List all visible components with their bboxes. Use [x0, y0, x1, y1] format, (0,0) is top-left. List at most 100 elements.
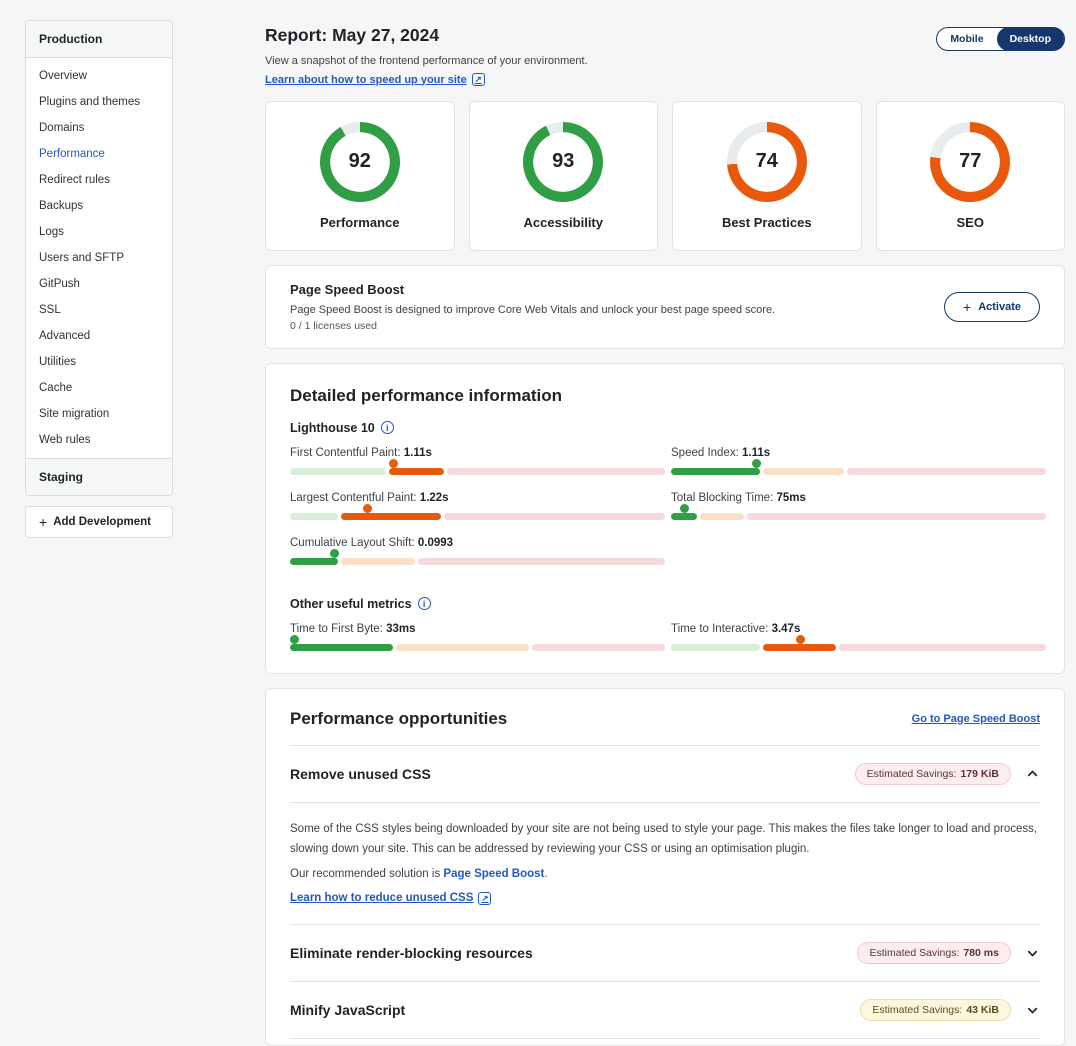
main-content: Report: May 27, 2024 View a snapshot of … [265, 25, 1065, 1046]
accordion-header-remove-unused-css[interactable]: Remove unused CSS Estimated Savings: 179… [266, 746, 1064, 802]
page-speed-boost-link[interactable]: Page Speed Boost [443, 868, 544, 880]
score-card-best-practices: 74 Best Practices [672, 101, 862, 251]
info-icon[interactable]: i [418, 597, 431, 610]
accessibility-score-value: 93 [552, 150, 574, 173]
seo-score-label: SEO [957, 215, 984, 230]
speed-up-site-link[interactable]: Learn about how to speed up your site ↗ [265, 73, 485, 86]
sidebar-item-performance[interactable]: Performance [26, 141, 172, 167]
accessibility-score-donut: 93 [523, 122, 603, 202]
mobile-toggle-button[interactable]: Mobile [937, 27, 996, 51]
detailed-performance-title: Detailed performance information [290, 386, 1040, 406]
lighthouse-metrics-grid: First Contentful Paint: 1.11s Speed Inde… [290, 447, 1040, 582]
licenses-used-text: 0 / 1 licenses used [290, 320, 775, 332]
chevron-down-icon[interactable] [1025, 946, 1040, 961]
metric-speed-index: Speed Index: 1.11s [671, 447, 1040, 475]
lighthouse-subheading: Lighthouse 10 i [290, 421, 1040, 435]
device-toggle: Mobile Desktop [936, 27, 1065, 51]
plus-icon: + [39, 517, 47, 527]
divider [290, 1038, 1040, 1039]
learn-reduce-unused-css-link[interactable]: Learn how to reduce unused CSS ↗ [290, 892, 491, 905]
recommended-solution-text: Our recommended solution is Page Speed B… [290, 868, 1040, 880]
plus-icon: + [963, 302, 971, 312]
sidebar-item-site-migration[interactable]: Site migration [26, 401, 172, 427]
activate-button-label: Activate [978, 301, 1021, 313]
time-to-first-byte-bar [290, 644, 659, 651]
first-contentful-paint-bar [290, 468, 659, 475]
opportunity-title: Remove unused CSS [290, 766, 431, 782]
other-metrics-label: Other useful metrics [290, 597, 412, 611]
seo-score-donut: 77 [930, 122, 1010, 202]
report-header: Report: May 27, 2024 View a snapshot of … [265, 25, 1065, 88]
metric-time-to-interactive: Time to Interactive: 3.47s [671, 623, 1040, 651]
opportunity-title: Eliminate render-blocking resources [290, 945, 533, 961]
page-speed-boost-card: Page Speed Boost Page Speed Boost is des… [265, 265, 1065, 349]
savings-badge: Estimated Savings: 179 KiB [855, 763, 1011, 785]
sidebar-item-web-rules[interactable]: Web rules [26, 427, 172, 453]
chevron-up-icon[interactable] [1025, 766, 1040, 781]
sidebar-nav: Overview Plugins and themes Domains Perf… [26, 58, 172, 458]
report-subtitle: View a snapshot of the frontend performa… [265, 55, 1065, 67]
accordion-header-minify-javascript[interactable]: Minify JavaScript Estimated Savings: 43 … [266, 982, 1064, 1038]
accordion-body-remove-unused-css: Some of the CSS styles being downloaded … [266, 803, 1064, 925]
sidebar-item-cache[interactable]: Cache [26, 375, 172, 401]
performance-opportunities-card: Performance opportunities Go to Page Spe… [265, 688, 1065, 1046]
performance-score-label: Performance [320, 215, 399, 230]
opportunities-title: Performance opportunities [290, 709, 507, 729]
other-metrics-subheading: Other useful metrics i [290, 597, 1040, 611]
sidebar-item-gitpush[interactable]: GitPush [26, 271, 172, 297]
external-link-icon: ↗ [472, 73, 485, 86]
opportunity-title: Minify JavaScript [290, 1002, 405, 1018]
accordion-header-eliminate-render-blocking[interactable]: Eliminate render-blocking resources Esti… [266, 925, 1064, 981]
page-speed-boost-description: Page Speed Boost is designed to improve … [290, 304, 775, 316]
savings-badge: Estimated Savings: 43 KiB [860, 999, 1011, 1021]
metric-largest-contentful-paint: Largest Contentful Paint: 1.22s [290, 492, 659, 520]
sidebar-item-ssl[interactable]: SSL [26, 297, 172, 323]
best-practices-score-value: 74 [756, 150, 778, 173]
page-speed-boost-info: Page Speed Boost Page Speed Boost is des… [290, 282, 775, 332]
sidebar-item-logs[interactable]: Logs [26, 219, 172, 245]
sidebar-section-staging[interactable]: Staging [26, 458, 172, 495]
speed-up-site-link-label: Learn about how to speed up your site [265, 74, 467, 86]
sidebar-item-advanced[interactable]: Advanced [26, 323, 172, 349]
sidebar-item-domains[interactable]: Domains [26, 115, 172, 141]
opportunities-header: Performance opportunities Go to Page Spe… [266, 689, 1064, 745]
accordion-remove-unused-css: Remove unused CSS Estimated Savings: 179… [266, 746, 1064, 925]
metric-time-to-first-byte: Time to First Byte: 33ms [290, 623, 659, 651]
sidebar-item-backups[interactable]: Backups [26, 193, 172, 219]
lighthouse-label: Lighthouse 10 [290, 421, 375, 435]
add-development-button[interactable]: + Add Development [25, 506, 173, 538]
largest-contentful-paint-bar [290, 513, 659, 520]
go-to-page-speed-boost-link[interactable]: Go to Page Speed Boost [912, 713, 1040, 725]
time-to-interactive-bar [671, 644, 1040, 651]
activate-button[interactable]: + Activate [944, 292, 1040, 322]
performance-score-value: 92 [349, 150, 371, 173]
desktop-toggle-button[interactable]: Desktop [997, 27, 1064, 51]
sidebar-item-utilities[interactable]: Utilities [26, 349, 172, 375]
score-card-performance: 92 Performance [265, 101, 455, 251]
performance-score-donut: 92 [320, 122, 400, 202]
chevron-down-icon[interactable] [1025, 1003, 1040, 1018]
external-link-icon: ↗ [478, 892, 491, 905]
add-development-label: Add Development [53, 516, 151, 528]
score-cards: 92 Performance 93 Accessibility 74 Best … [265, 101, 1065, 251]
opportunity-description: Some of the CSS styles being downloaded … [290, 819, 1040, 860]
savings-badge: Estimated Savings: 780 ms [857, 942, 1011, 964]
page-speed-boost-title: Page Speed Boost [290, 282, 775, 297]
sidebar-item-redirect-rules[interactable]: Redirect rules [26, 167, 172, 193]
speed-index-bar [671, 468, 1040, 475]
other-metrics-grid: Time to First Byte: 33ms Time to Interac… [290, 623, 1040, 651]
score-card-seo: 77 SEO [876, 101, 1066, 251]
sidebar-item-plugins-and-themes[interactable]: Plugins and themes [26, 89, 172, 115]
info-icon[interactable]: i [381, 421, 394, 434]
sidebar-section-production[interactable]: Production [26, 21, 172, 58]
sidebar: Production Overview Plugins and themes D… [25, 20, 173, 538]
best-practices-score-donut: 74 [727, 122, 807, 202]
best-practices-score-label: Best Practices [722, 215, 812, 230]
cumulative-layout-shift-bar [290, 558, 659, 565]
metric-cumulative-layout-shift: Cumulative Layout Shift: 0.0993 [290, 537, 659, 565]
sidebar-item-overview[interactable]: Overview [26, 63, 172, 89]
total-blocking-time-bar [671, 513, 1040, 520]
metric-total-blocking-time: Total Blocking Time: 75ms [671, 492, 1040, 520]
metric-first-contentful-paint: First Contentful Paint: 1.11s [290, 447, 659, 475]
sidebar-item-users-and-sftp[interactable]: Users and SFTP [26, 245, 172, 271]
